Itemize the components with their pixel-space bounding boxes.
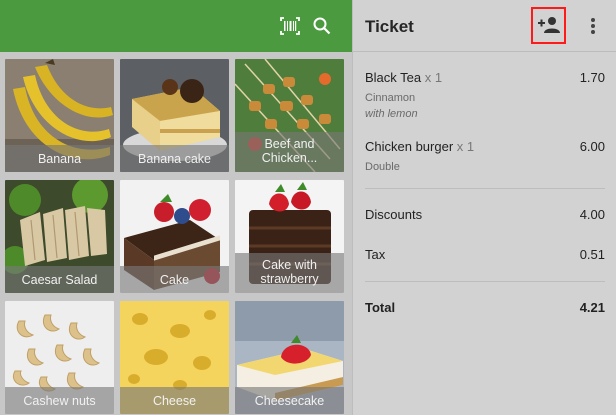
line-item-modifier: Double: [365, 161, 400, 173]
item-tile-cake-with-strawberry[interactable]: Cake with strawberry: [235, 180, 344, 293]
divider: [365, 281, 605, 282]
item-label: Cashew nuts: [5, 387, 114, 414]
total-value: 4.21: [579, 300, 605, 315]
item-panel: Banana Banana cake Beef and Chicken... C…: [0, 0, 352, 415]
line-item-name: Black Tea: [365, 70, 422, 85]
line-item-name-row: Black Tea x 1: [365, 70, 442, 85]
item-label: Beef and Chicken...: [235, 132, 344, 172]
item-tile-cheese[interactable]: Cheese: [120, 301, 229, 414]
line-item-qty: x 1: [424, 70, 443, 85]
item-tile-cashew-nuts[interactable]: Cashew nuts: [5, 301, 114, 414]
add-customer-button[interactable]: [531, 7, 566, 44]
discounts-label: Discounts: [365, 207, 423, 222]
ticket-title: Ticket: [365, 17, 414, 36]
divider: [365, 188, 605, 189]
search-icon[interactable]: [310, 14, 334, 38]
line-item-modifier: Cinnamon: [365, 92, 416, 104]
top-app-bar: [0, 0, 352, 52]
item-label: Banana cake: [120, 145, 229, 172]
item-label: Cheese: [120, 387, 229, 414]
item-tile-cake[interactable]: Cake: [120, 180, 229, 293]
item-label: Cake with strawberry: [235, 253, 344, 293]
total-label: Total: [365, 300, 396, 315]
tax-label: Tax: [365, 247, 386, 262]
item-tile-caesar-salad[interactable]: Caesar Salad: [5, 180, 114, 293]
item-tile-cheesecake[interactable]: Cheesecake: [235, 301, 344, 414]
line-item-qty: x 1: [456, 139, 475, 154]
tax-value: 0.51: [579, 247, 605, 262]
line-item-comment: with lemon: [365, 108, 418, 120]
ticket-header: Ticket: [353, 0, 616, 52]
item-tile-banana-cake[interactable]: Banana cake: [120, 59, 229, 172]
item-label: Cake: [120, 266, 229, 293]
barcode-scan-icon[interactable]: [278, 14, 302, 38]
line-item-price: 1.70: [579, 70, 605, 85]
add-customer-icon: [538, 17, 560, 33]
line-item-price: 6.00: [579, 139, 605, 154]
item-label: Cheesecake: [235, 387, 344, 414]
item-label: Banana: [5, 145, 114, 172]
discounts-value: 4.00: [579, 207, 605, 222]
line-item-name-row: Chicken burger x 1: [365, 139, 474, 154]
item-label: Caesar Salad: [5, 266, 114, 293]
item-tile-banana[interactable]: Banana: [5, 59, 114, 172]
more-vert-icon[interactable]: [587, 14, 599, 38]
item-tile-beef-and-chicken[interactable]: Beef and Chicken...: [235, 59, 344, 172]
ticket-panel: Ticket Black Tea x 1 1.70 Cinnamon with …: [352, 0, 616, 415]
line-item-name: Chicken burger: [365, 139, 454, 154]
